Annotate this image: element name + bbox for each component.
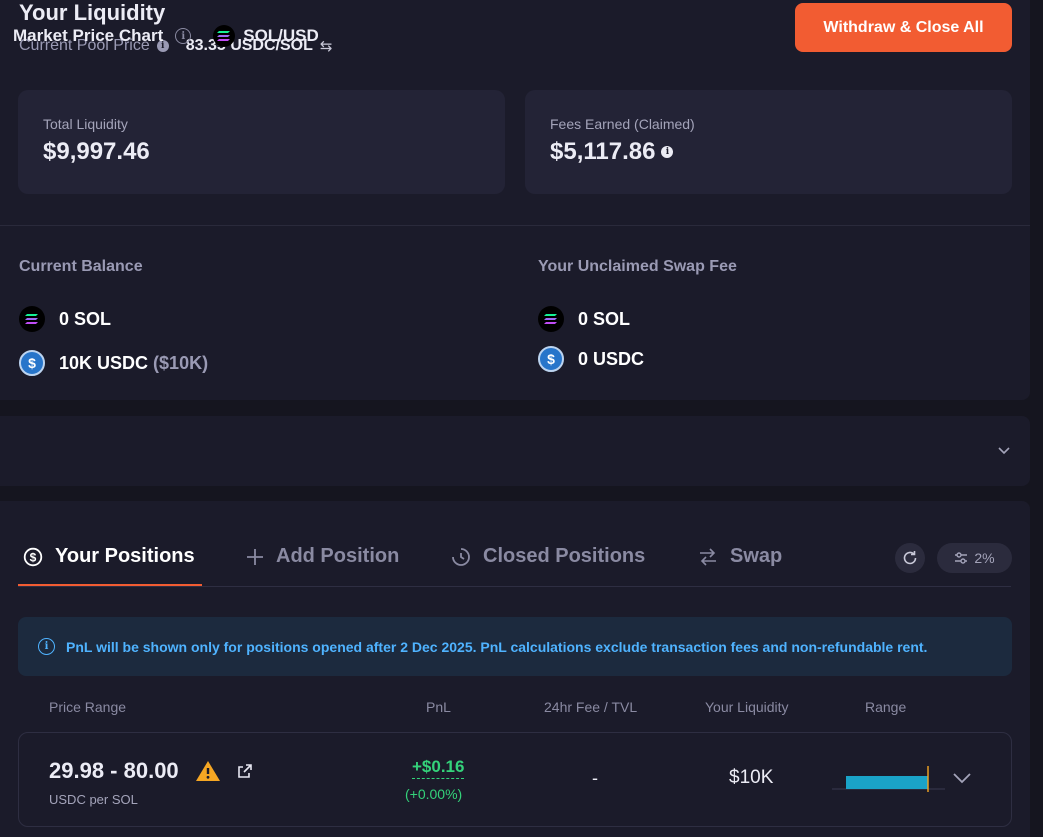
usdc-token-icon: $ (19, 350, 45, 376)
balance-usdc-row: $ 10K USDC ($10K) (19, 350, 208, 376)
current-balance-section: Current Balance 0 SOL $ 10K USDC ($10K) (19, 258, 208, 376)
usdc-token-icon: $ (538, 346, 564, 372)
chart-pair-label: SOL/USD (243, 26, 319, 45)
info-icon[interactable]: i (661, 146, 674, 158)
tab-your-positions[interactable]: $ Your Positions (23, 545, 195, 568)
fees-earned-value: $5,117.86 i (550, 138, 674, 166)
balance-usdc-usd: ($10K) (153, 352, 209, 373)
sol-token-icon (538, 306, 564, 332)
fees-earned-label: Fees Earned (Claimed) (550, 116, 695, 132)
range-indicator (832, 766, 945, 792)
balance-sol-row: 0 SOL (19, 306, 208, 332)
swap-arrows-icon (700, 547, 716, 566)
info-icon: i (38, 638, 55, 655)
divider (0, 225, 1030, 226)
tab-label: Your Positions (55, 545, 195, 567)
position-price-range: 29.98 - 80.00 (49, 758, 253, 784)
unclaimed-sol-row: 0 SOL (538, 306, 737, 332)
pnl-notice-text: PnL will be shown only for positions ope… (66, 638, 928, 655)
total-liquidity-label: Total Liquidity (43, 116, 128, 132)
svg-text:$: $ (30, 550, 37, 564)
sol-token-icon (213, 25, 236, 47)
warning-icon[interactable] (195, 760, 221, 782)
unclaimed-usdc-row: $ 0 USDC (538, 346, 737, 372)
column-header-fee-tvl: 24hr Fee / TVL (544, 699, 638, 715)
column-header-range: Range (865, 699, 907, 715)
market-price-chart-header[interactable]: Market Price Chart i SOL/USD (13, 25, 319, 47)
dollar-circle-icon: $ (23, 547, 43, 566)
withdraw-close-all-button[interactable]: Withdraw & Close All (795, 3, 1012, 52)
position-price-unit: USDC per SOL (49, 792, 138, 807)
column-header-liquidity: Your Liquidity (705, 699, 789, 715)
chart-pair: SOL/USD (213, 25, 319, 47)
tab-add-position[interactable]: Add Position (246, 545, 399, 568)
chevron-down-icon[interactable] (952, 771, 972, 785)
position-fee-tvl: - (592, 768, 598, 788)
unclaimed-fee-heading: Your Unclaimed Swap Fee (538, 258, 737, 275)
sol-token-icon (19, 306, 45, 332)
slippage-value: 2% (974, 550, 995, 566)
chart-title: Market Price Chart (13, 26, 164, 45)
position-pnl-percent: (+0.00%) (405, 786, 463, 802)
tab-closed-positions[interactable]: Closed Positions (451, 545, 645, 568)
slippage-settings-button[interactable]: 2% (937, 543, 1012, 573)
unclaimed-usdc-value: 0 USDC (578, 348, 645, 369)
position-pnl[interactable]: +$0.16 (412, 757, 465, 779)
balance-sol-value: 0 SOL (59, 308, 112, 329)
current-balance-heading: Current Balance (19, 258, 143, 275)
refresh-button[interactable] (895, 543, 925, 573)
tab-swap[interactable]: Swap (698, 545, 782, 568)
tab-label: Swap (730, 545, 783, 567)
tabs-divider (18, 586, 1011, 587)
external-link-icon[interactable] (237, 763, 253, 779)
chevron-down-icon[interactable] (996, 442, 1012, 458)
position-liquidity: $10K (729, 767, 774, 788)
tab-label: Add Position (276, 545, 400, 567)
swap-direction-icon[interactable]: ⇆ (320, 37, 333, 55)
refresh-icon (903, 551, 917, 565)
unclaimed-fee-section: Your Unclaimed Swap Fee 0 SOL $ 0 USDC (538, 258, 737, 372)
unclaimed-sol-value: 0 SOL (578, 308, 631, 329)
page-title: Your Liquidity (19, 0, 166, 25)
balance-usdc-value: 10K USDC (59, 352, 149, 373)
total-liquidity-value: $9,997.46 (43, 138, 150, 165)
column-header-price-range: Price Range (49, 699, 127, 715)
tab-label: Closed Positions (483, 545, 646, 567)
fees-earned-card: Fees Earned (Claimed) $5,117.86 i (525, 90, 1012, 194)
clock-icon (452, 547, 470, 566)
market-price-chart-panel[interactable] (0, 416, 1030, 486)
total-liquidity-card: Total Liquidity $9,997.46 (18, 90, 505, 194)
column-header-pnl: PnL (426, 699, 451, 715)
info-icon[interactable]: i (175, 28, 192, 44)
plus-icon (247, 548, 263, 565)
pnl-notice: i PnL will be shown only for positions o… (18, 617, 1012, 676)
sliders-icon (955, 552, 968, 564)
